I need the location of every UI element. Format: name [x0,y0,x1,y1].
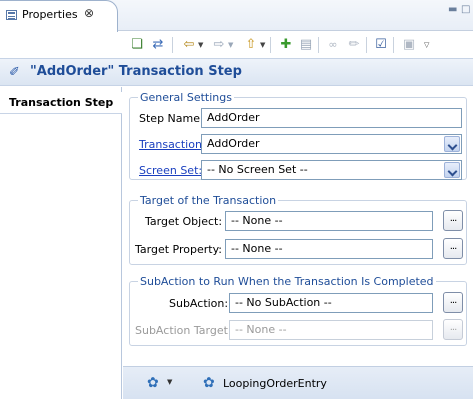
subaction-field[interactable]: -- No SubAction -- [229,293,433,313]
section-nav: Transaction Step [0,87,122,399]
subaction-target-browse-button[interactable]: ... [443,319,463,340]
action-dropdown-icon[interactable]: ▼ [167,378,172,386]
transaction-select[interactable]: AddOrder [201,134,462,154]
up-dropdown-icon[interactable]: ▼ [260,36,265,54]
transaction-link[interactable]: Transaction: [139,138,206,151]
new-step-icon[interactable]: ❏ [128,36,146,54]
transaction-value: AddOrder [207,137,260,150]
action-menu-icon[interactable]: ✿ [147,375,159,391]
group-title: Target of the Transaction [138,194,279,207]
back-dropdown-icon[interactable]: ▼ [198,36,203,54]
group-title: General Settings [138,91,234,104]
separator [366,37,367,53]
maximize-icon[interactable]: □ [461,4,470,15]
looping-action-icon: ✿ [203,375,215,391]
validate-icon[interactable]: ☑ [372,36,390,54]
save-icon[interactable]: ▣ [400,36,418,54]
step-name-label: Step Name: [139,112,204,125]
chevron-down-icon[interactable] [444,136,460,152]
subaction-target-label: SubAction Target: [135,324,232,337]
separator [393,37,394,53]
target-object-field[interactable]: -- None -- [225,211,433,231]
nav-item-transaction-step[interactable]: Transaction Step [0,92,122,114]
properties-icon [6,10,17,20]
screen-set-value: -- No Screen Set -- [207,163,308,176]
tab-properties[interactable]: Properties ⊗ [0,0,118,32]
subaction-browse-button[interactable]: ... [443,292,463,313]
properties-content: General Settings Step Name: AddOrder Tra… [123,87,473,366]
copy-icon[interactable]: ▤ [297,36,315,54]
sync-icon[interactable]: ⇄ [149,36,167,54]
screen-set-link[interactable]: Screen Set: [139,164,202,177]
screen-set-select[interactable]: -- No Screen Set -- [201,160,462,180]
target-object-browse-button[interactable]: ... [443,210,463,231]
tab-strip [108,0,473,31]
transaction-step-icon: ✐ [9,65,20,80]
separator [318,37,319,53]
back-icon[interactable]: ⇦ [180,36,198,54]
minimize-icon[interactable]: ▬ [448,4,457,15]
group-title: SubAction to Run When the Transaction Is… [138,275,436,288]
separator [172,37,173,53]
page-title: "AddOrder" Transaction Step [30,64,242,79]
subaction-target-field[interactable]: -- None -- [229,320,433,340]
context-bar: ✿ ▼ ✿ LoopingOrderEntry [123,366,473,399]
target-property-field[interactable]: -- None -- [225,239,433,259]
chevron-down-icon[interactable] [444,162,460,178]
separator [270,37,271,53]
subaction-label: SubAction: [169,297,229,310]
parent-action-link[interactable]: LoopingOrderEntry [223,377,327,390]
view-menu-icon[interactable]: ▽ [424,36,429,54]
target-property-browse-button[interactable]: ... [443,238,463,259]
forward-dropdown-icon[interactable]: ▼ [228,36,233,54]
target-object-label: Target Object: [145,215,223,228]
view-toolbar: ❏ ⇄ ⇦ ▼ ⇨ ▼ ⇧ ▼ ✚ ▤ ∞ ✏ ☑ ▣ ▽ [0,32,473,58]
add-icon[interactable]: ✚ [277,36,295,54]
tab-properties-label: Properties [22,8,78,21]
glasses-icon[interactable]: ∞ [324,36,342,54]
pencil-icon[interactable]: ✏ [345,36,363,54]
up-icon[interactable]: ⇧ [242,36,260,54]
forward-icon[interactable]: ⇨ [210,36,228,54]
view-tab-bar: Properties ⊗ ▬ □ [0,0,473,32]
editor-header: ✐ "AddOrder" Transaction Step [0,58,473,86]
target-property-label: Target Property: [135,243,222,256]
step-name-input[interactable]: AddOrder [201,108,462,128]
close-icon[interactable]: ⊗ [84,6,94,20]
nav-item-label: Transaction Step [9,96,114,109]
